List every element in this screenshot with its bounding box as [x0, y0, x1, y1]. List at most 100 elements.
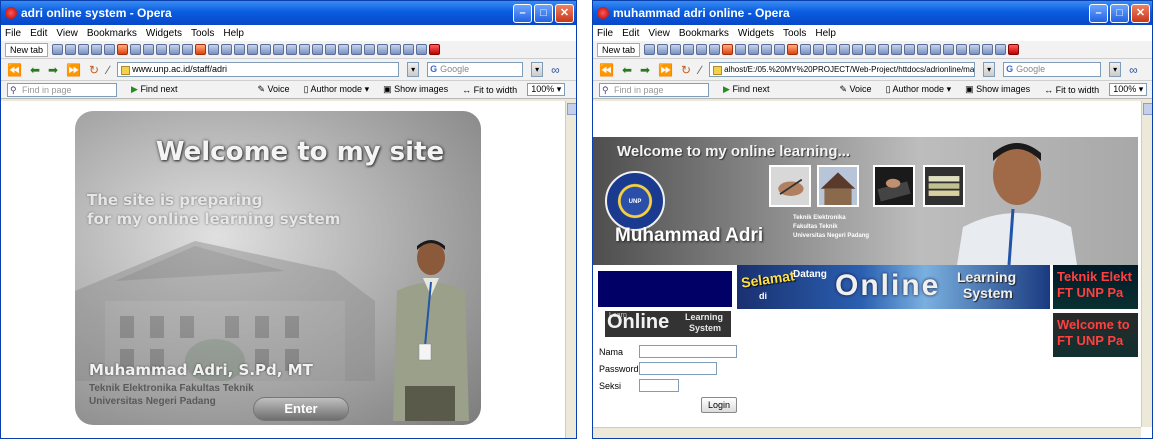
tab-thumbnail[interactable] — [891, 44, 903, 55]
tab-thumbnail[interactable] — [878, 44, 890, 55]
find-in-page-input[interactable]: Find in page — [599, 82, 709, 97]
tab-thumbnail[interactable] — [130, 44, 142, 55]
menu-file[interactable]: File — [5, 28, 21, 39]
close-button[interactable]: ✕ — [1131, 3, 1150, 23]
search-engine-dropdown-icon[interactable]: ▾ — [531, 62, 544, 77]
tab-thumbnail[interactable] — [260, 44, 272, 55]
address-dropdown-icon[interactable]: ▾ — [407, 62, 420, 77]
show-images-button[interactable]: ▣ Show images — [965, 84, 1030, 95]
menu-widgets[interactable]: Widgets — [738, 28, 774, 39]
tab-thumbnail[interactable] — [351, 44, 363, 55]
tab-thumbnail[interactable] — [644, 44, 656, 55]
address-field[interactable]: alhost/E:/05.%20MY%20PROJECT/Web-Project… — [709, 62, 976, 77]
tab-thumbnail[interactable] — [338, 44, 350, 55]
address-dropdown-icon[interactable]: ▾ — [983, 62, 996, 77]
forward-icon[interactable]: ➡ — [48, 63, 58, 77]
close-button[interactable]: ✕ — [555, 3, 574, 23]
nama-input[interactable] — [639, 345, 737, 358]
tab-thumbnail[interactable] — [416, 44, 428, 55]
author-mode-button[interactable]: ▯ Author mode ▾ — [886, 84, 952, 95]
zoom-select[interactable]: 100% ▾ — [1109, 83, 1148, 96]
tab-thumbnail[interactable] — [117, 44, 129, 55]
reload-icon[interactable]: ↻ — [681, 63, 691, 77]
menu-widgets[interactable]: Widgets — [146, 28, 182, 39]
address-field[interactable]: www.unp.ac.id/staff/adri — [117, 62, 400, 77]
tab-thumbnail[interactable] — [91, 44, 103, 55]
tab-thumbnail[interactable] — [826, 44, 838, 55]
tab-thumbnail[interactable] — [234, 44, 246, 55]
menu-tools[interactable]: Tools — [191, 28, 214, 39]
rewind-icon[interactable]: ⏪ — [7, 63, 22, 77]
find-next-button[interactable]: ▶ Find next — [131, 84, 177, 95]
tab-thumbnail[interactable] — [696, 44, 708, 55]
tab-thumbnail[interactable] — [52, 44, 64, 55]
vertical-scrollbar[interactable] — [1141, 101, 1152, 427]
login-button[interactable]: Login — [701, 397, 737, 413]
tab-thumbnail[interactable] — [748, 44, 760, 55]
fast-forward-icon[interactable]: ⏩ — [658, 63, 673, 77]
voice-button[interactable]: ✎ Voice — [839, 84, 871, 95]
tab-thumbnail[interactable] — [247, 44, 259, 55]
fast-forward-icon[interactable]: ⏩ — [66, 63, 81, 77]
tab-thumbnail[interactable] — [800, 44, 812, 55]
tab-thumbnail[interactable] — [65, 44, 77, 55]
tab-thumbnail[interactable] — [377, 44, 389, 55]
tab-thumbnail[interactable] — [657, 44, 669, 55]
menu-file[interactable]: File — [597, 28, 613, 39]
close-tab-icon[interactable] — [429, 44, 441, 55]
password-input[interactable] — [639, 362, 717, 375]
tab-thumbnail[interactable] — [735, 44, 747, 55]
tab-thumbnail[interactable] — [982, 44, 994, 55]
back-icon[interactable]: ⬅ — [30, 63, 40, 77]
tab-thumbnail[interactable] — [852, 44, 864, 55]
tab-thumbnail[interactable] — [774, 44, 786, 55]
tab-thumbnail[interactable] — [325, 44, 337, 55]
tab-thumbnail[interactable] — [78, 44, 90, 55]
tab-thumbnail[interactable] — [182, 44, 194, 55]
show-images-button[interactable]: ▣ Show images — [383, 84, 448, 95]
seksi-input[interactable] — [639, 379, 679, 392]
tab-thumbnail[interactable] — [312, 44, 324, 55]
fit-to-width-button[interactable]: ↔ Fit to width — [1044, 85, 1099, 95]
maximize-button[interactable]: □ — [534, 3, 553, 23]
menu-bookmarks[interactable]: Bookmarks — [87, 28, 137, 39]
maximize-button[interactable]: □ — [1110, 3, 1129, 23]
tab-thumbnail[interactable] — [403, 44, 415, 55]
reload-icon[interactable]: ↻ — [89, 63, 99, 77]
binoculars-icon[interactable]: ∞ — [551, 63, 560, 77]
menu-help[interactable]: Help — [223, 28, 244, 39]
tab-thumbnail[interactable] — [943, 44, 955, 55]
tab-thumbnail[interactable] — [364, 44, 376, 55]
tab-thumbnail[interactable] — [761, 44, 773, 55]
minimize-button[interactable]: – — [1089, 3, 1108, 23]
wand-icon[interactable]: ∕ — [107, 63, 109, 77]
binoculars-icon[interactable]: ∞ — [1129, 63, 1138, 77]
tab-thumbnail[interactable] — [865, 44, 877, 55]
menu-bookmarks[interactable]: Bookmarks — [679, 28, 729, 39]
tab-thumbnail[interactable] — [722, 44, 734, 55]
search-field[interactable]: G Google — [1003, 62, 1102, 77]
tab-thumbnail[interactable] — [104, 44, 116, 55]
enter-button[interactable]: Enter — [253, 397, 349, 421]
tab-thumbnail[interactable] — [670, 44, 682, 55]
menu-help[interactable]: Help — [815, 28, 836, 39]
tab-thumbnail[interactable] — [683, 44, 695, 55]
tab-thumbnail[interactable] — [169, 44, 181, 55]
tab-thumbnail[interactable] — [969, 44, 981, 55]
voice-button[interactable]: ✎ Voice — [257, 84, 289, 95]
search-engine-dropdown-icon[interactable]: ▾ — [1109, 62, 1122, 77]
title-bar[interactable]: muhammad adri online - Opera – □ ✕ — [593, 1, 1152, 25]
tab-thumbnail[interactable] — [286, 44, 298, 55]
menu-edit[interactable]: Edit — [30, 28, 47, 39]
tab-thumbnail[interactable] — [208, 44, 220, 55]
title-bar[interactable]: adri online system - Opera – □ ✕ — [1, 1, 576, 25]
menu-tools[interactable]: Tools — [783, 28, 806, 39]
tab-thumbnail[interactable] — [156, 44, 168, 55]
rewind-icon[interactable]: ⏪ — [599, 63, 614, 77]
forward-icon[interactable]: ➡ — [640, 63, 650, 77]
new-tab-button[interactable]: New tab — [597, 42, 641, 57]
tab-thumbnail[interactable] — [390, 44, 402, 55]
tab-thumbnail[interactable] — [273, 44, 285, 55]
menu-edit[interactable]: Edit — [622, 28, 639, 39]
horizontal-scrollbar[interactable] — [593, 427, 1141, 438]
